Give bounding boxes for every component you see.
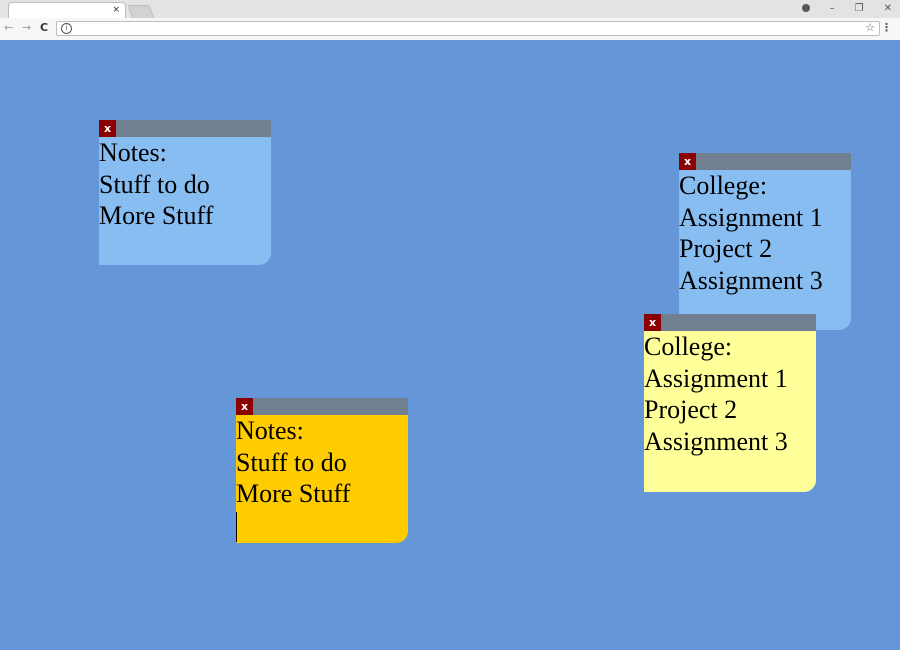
note-close-button[interactable]: x	[644, 314, 661, 331]
sticky-note[interactable]: x College: Assignment 1 Project 2 Assign…	[679, 153, 851, 330]
reload-icon[interactable]: C	[40, 21, 48, 35]
text-caret	[236, 511, 237, 542]
note-drag-bar[interactable]: x	[99, 120, 271, 137]
note-line: Assignment 1	[644, 363, 788, 393]
note-line: Project 2	[679, 234, 773, 263]
note-line: More Stuff	[99, 201, 214, 230]
tab-close-icon[interactable]: ×	[112, 4, 120, 16]
address-bar[interactable]: i ☆	[56, 21, 880, 36]
sticky-note[interactable]: x Notes: Stuff to do More Stuff	[99, 120, 271, 265]
note-line: Project 2	[644, 395, 738, 424]
note-drag-bar[interactable]: x	[644, 314, 816, 331]
new-tab-button[interactable]	[127, 5, 155, 19]
tab-strip: × – ❐ ✕	[0, 0, 900, 19]
note-line: College:	[679, 171, 768, 200]
profile-icon[interactable]	[801, 4, 810, 12]
browser-chrome: × – ❐ ✕ ← → C i ☆ ⋮	[0, 0, 900, 40]
note-line: Notes:	[236, 416, 304, 445]
minimize-icon[interactable]: –	[830, 3, 835, 14]
sticky-note[interactable]: x Notes: Stuff to do More Stuff	[236, 398, 408, 543]
note-line: Notes:	[99, 138, 167, 167]
close-window-icon[interactable]: ✕	[884, 3, 892, 14]
note-text[interactable]: Notes: Stuff to do More Stuff	[236, 415, 408, 542]
note-text[interactable]: College: Assignment 1 Project 2 Assignme…	[644, 331, 816, 457]
sticky-note[interactable]: x College: Assignment 1 Project 2 Assign…	[644, 314, 816, 492]
note-line: Assignment 3	[644, 426, 788, 456]
note-line: More Stuff	[236, 479, 351, 508]
forward-arrow-icon[interactable]: →	[22, 21, 31, 35]
window-controls: – ❐ ✕	[801, 0, 892, 16]
bookmark-star-icon[interactable]: ☆	[865, 21, 875, 34]
note-close-button[interactable]: x	[236, 398, 253, 415]
browser-toolbar: ← → C i ☆ ⋮	[0, 18, 900, 40]
note-line: Assignment 3	[679, 265, 823, 295]
back-arrow-icon[interactable]: ←	[4, 21, 13, 35]
note-drag-bar[interactable]: x	[679, 153, 851, 170]
note-line: College:	[644, 332, 733, 361]
note-drag-bar[interactable]: x	[236, 398, 408, 415]
note-line: Assignment 1	[679, 202, 823, 232]
note-line: Stuff to do	[99, 169, 210, 199]
site-info-icon[interactable]: i	[61, 23, 72, 34]
note-text[interactable]: College: Assignment 1 Project 2 Assignme…	[679, 170, 851, 296]
note-line: Stuff to do	[236, 447, 347, 477]
note-close-button[interactable]: x	[99, 120, 116, 137]
active-tab[interactable]: ×	[8, 2, 126, 18]
note-text[interactable]: Notes: Stuff to do More Stuff	[99, 137, 271, 232]
browser-menu-icon[interactable]: ⋮	[881, 21, 892, 34]
note-close-button[interactable]: x	[679, 153, 696, 170]
restore-icon[interactable]: ❐	[855, 3, 864, 14]
